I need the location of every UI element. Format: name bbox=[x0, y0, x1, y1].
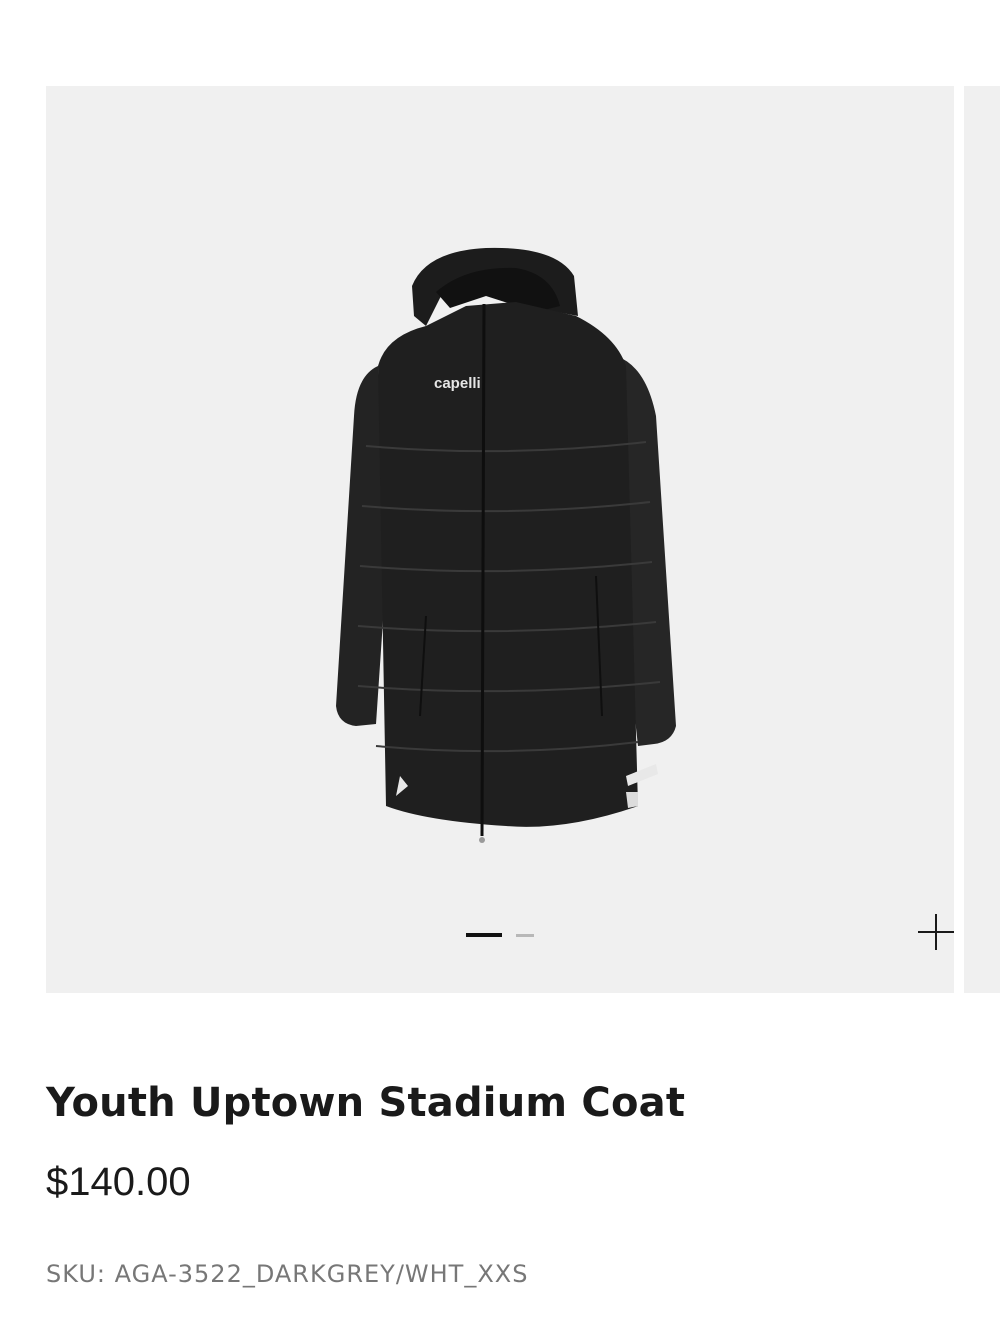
slide-indicator-1[interactable] bbox=[466, 933, 502, 937]
product-image-gallery[interactable]: capelli bbox=[46, 86, 954, 993]
next-slide-peek[interactable] bbox=[964, 86, 1000, 993]
product-page: capelli Youth Uptown Stadium Coat $140.0… bbox=[0, 0, 1000, 1333]
product-sku: SKU: AGA-3522_DARKGREY/WHT_XXS bbox=[46, 1260, 529, 1288]
product-price: $140.00 bbox=[46, 1160, 191, 1204]
slide-indicators bbox=[466, 933, 534, 937]
plus-icon bbox=[918, 914, 954, 950]
zoom-button[interactable] bbox=[914, 910, 954, 954]
slide-indicator-2[interactable] bbox=[516, 933, 534, 937]
product-image[interactable]: capelli bbox=[316, 246, 676, 846]
product-title: Youth Uptown Stadium Coat bbox=[46, 1080, 686, 1126]
brand-logo: capelli bbox=[434, 375, 481, 392]
